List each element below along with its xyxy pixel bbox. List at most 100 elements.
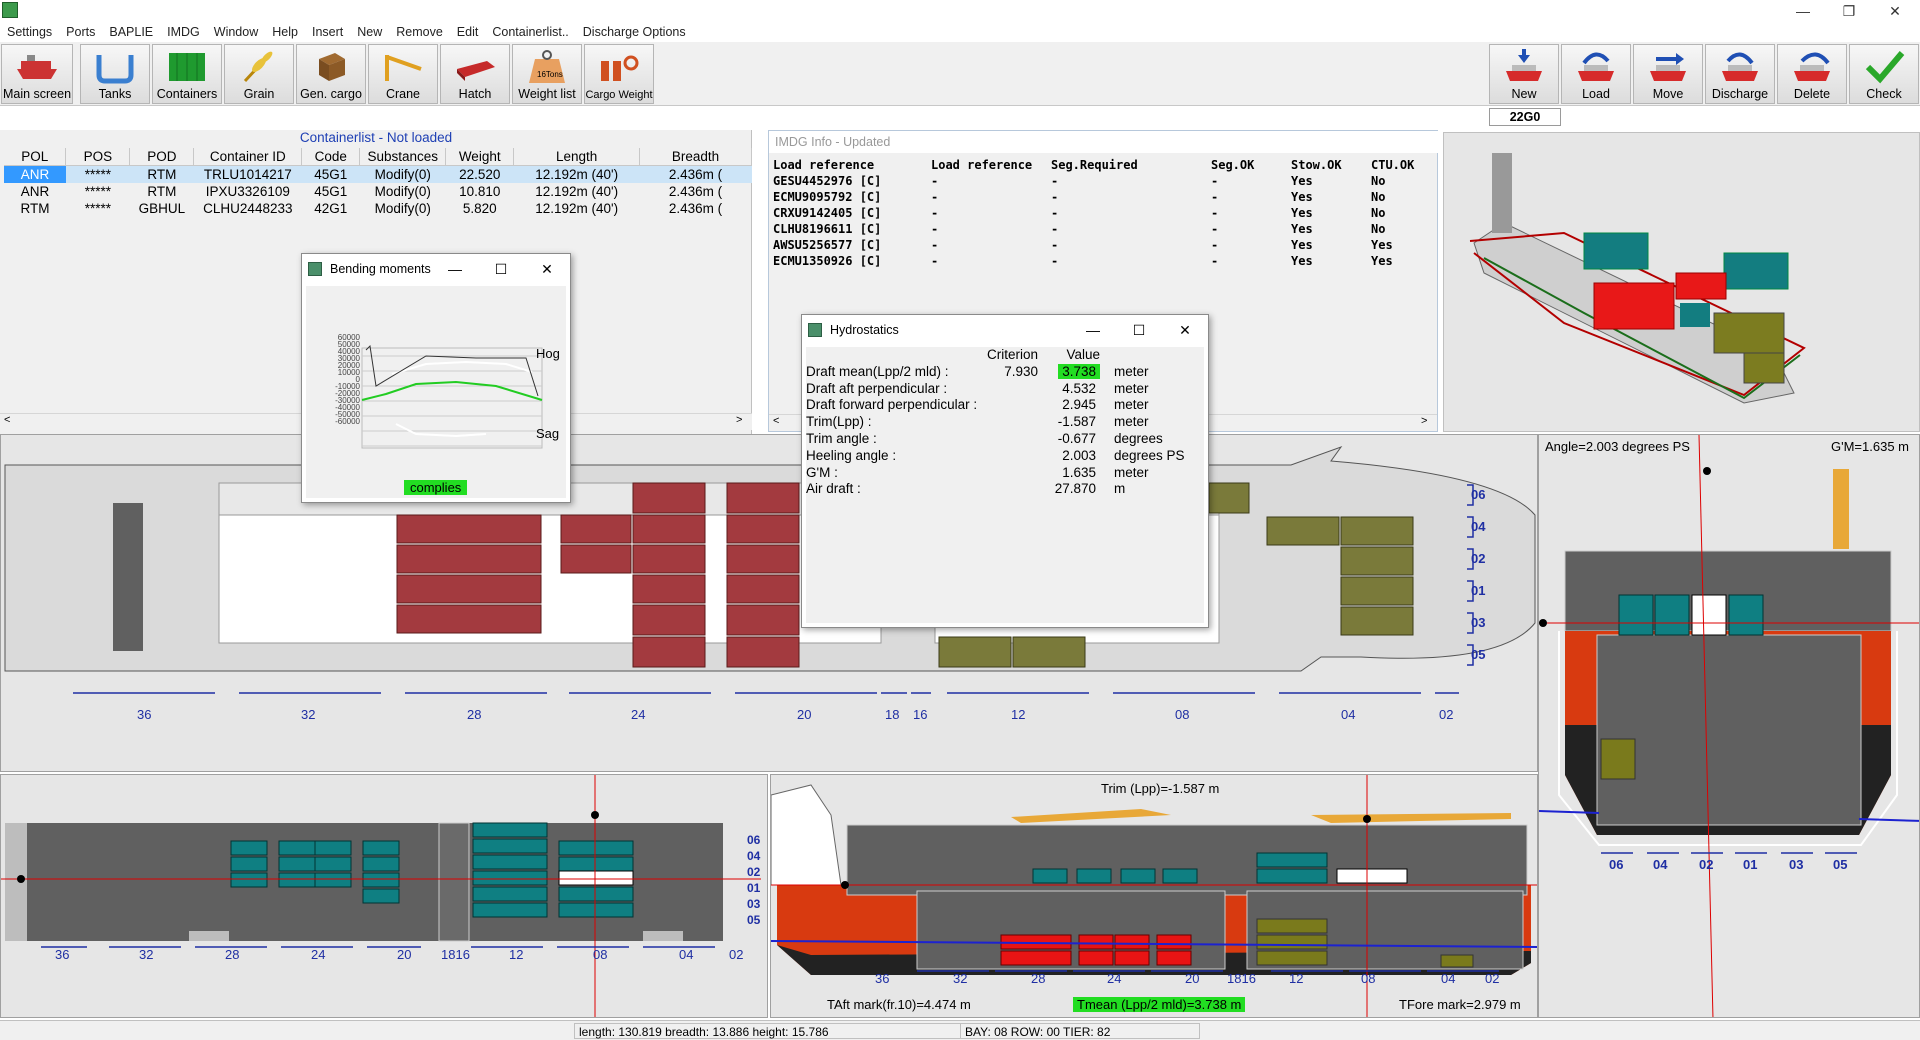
bay-label: 32 xyxy=(139,947,154,962)
menu-edit[interactable]: Edit xyxy=(450,22,486,42)
deck-plan-view[interactable]: 36 32 28 24 20 18 16 12 08 04 02 06 04 0… xyxy=(0,434,1538,772)
tanks-button[interactable]: Tanks xyxy=(80,44,150,104)
imdg-cell: - xyxy=(1051,238,1059,252)
col-weight[interactable]: Weight xyxy=(445,148,515,166)
menu-new[interactable]: New xyxy=(350,22,389,42)
bending-title-bar[interactable]: Bending moments — ☐ ✕ xyxy=(302,254,570,284)
main-screen-button[interactable]: Main screen xyxy=(1,44,73,104)
menu-ports[interactable]: Ports xyxy=(59,22,102,42)
restore-icon[interactable]: ❐ xyxy=(1826,0,1872,22)
list-item[interactable]: ECMU9095792 [C] - - - Yes No xyxy=(773,189,1431,205)
hatch-button[interactable]: Hatch xyxy=(440,44,510,104)
imdg-col-ref: Load reference xyxy=(773,158,875,172)
menu-discharge-options[interactable]: Discharge Options xyxy=(576,22,693,42)
minimize-icon[interactable]: — xyxy=(432,254,478,284)
bay-label: 02 xyxy=(1485,971,1500,986)
delete-button[interactable]: Delete xyxy=(1777,44,1847,104)
bay-label: 32 xyxy=(953,971,968,986)
col-pos[interactable]: POS xyxy=(65,148,131,166)
bending-yticks: 60000 50000 40000 30000 20000 10000 0 -1… xyxy=(320,334,360,426)
list-item[interactable]: CRXU9142405 [C] - - - Yes No xyxy=(773,205,1431,221)
new-button[interactable]: New xyxy=(1489,44,1559,104)
hydro-value: -1.587 xyxy=(1057,414,1096,430)
containers-button[interactable]: Containers xyxy=(152,44,222,104)
cell-pod: RTM xyxy=(147,183,177,199)
menu-window[interactable]: Window xyxy=(207,22,265,42)
hydro-title-bar[interactable]: Hydrostatics — ☐ ✕ xyxy=(802,315,1208,345)
menu-imdg[interactable]: IMDG xyxy=(160,22,207,42)
bay-label: 08 xyxy=(593,947,608,962)
cell-substances[interactable]: Modify(0) xyxy=(359,165,446,183)
hydro-unit: meter xyxy=(1114,464,1149,480)
list-item[interactable]: AWSU5256577 [C] - - - Yes Yes xyxy=(773,237,1431,253)
col-code[interactable]: Code xyxy=(301,148,361,166)
list-item[interactable]: GESU4452976 [C] - - - Yes No xyxy=(773,173,1431,189)
crane-button[interactable]: Crane xyxy=(368,44,438,104)
cross-section-view[interactable]: Angle=2.003 degrees PS G'M=1.635 m 06 04… xyxy=(1538,434,1920,1018)
weight-list-button[interactable]: 16Tons Weight list xyxy=(512,44,582,104)
list-item: Air draft : 27.870 m xyxy=(806,481,1204,498)
cargo-weight-button[interactable]: Cargo Weight xyxy=(584,44,654,104)
status-bar: length: 130.819 breadth: 13.886 height: … xyxy=(0,1020,1920,1040)
weight-icon-text: 16Tons xyxy=(537,70,563,79)
load-button[interactable]: Load xyxy=(1561,44,1631,104)
app-icon xyxy=(2,2,18,18)
imdg-cell: CRXU9142405 [C] xyxy=(773,206,882,220)
minimize-icon[interactable]: — xyxy=(1780,0,1826,22)
bay-label: 04 xyxy=(679,947,694,962)
menu-insert[interactable]: Insert xyxy=(305,22,350,42)
move-button[interactable]: Move xyxy=(1633,44,1703,104)
col-container-id[interactable]: Container ID xyxy=(193,148,303,166)
menu-help[interactable]: Help xyxy=(265,22,305,42)
maximize-icon[interactable]: ☐ xyxy=(1116,315,1162,345)
hold-plan-view[interactable]: 36 32 28 24 20 1816 12 08 04 02 06 04 02… xyxy=(0,774,768,1018)
containerlist-table: POL POS POD Container ID Code Substances… xyxy=(4,148,752,217)
scroll-left-icon[interactable]: < xyxy=(773,415,779,427)
ship-3d-view[interactable] xyxy=(1443,132,1920,432)
cell-weight: 22.520 xyxy=(445,165,514,183)
scroll-left-icon[interactable]: < xyxy=(4,414,10,426)
col-substances[interactable]: Substances xyxy=(359,148,447,166)
close-icon[interactable]: ✕ xyxy=(524,254,570,284)
maximize-icon[interactable]: ☐ xyxy=(478,254,524,284)
scroll-right-icon[interactable]: > xyxy=(1421,415,1427,427)
bending-title: Bending moments xyxy=(330,262,431,276)
hydro-label: Trim angle : xyxy=(806,430,877,446)
close-icon[interactable]: ✕ xyxy=(1872,0,1918,22)
check-button[interactable]: Check xyxy=(1849,44,1919,104)
imdg-cell: Yes xyxy=(1291,254,1313,268)
cell-length: 12.192m (40') xyxy=(513,165,640,183)
list-item[interactable]: ECMU1350926 [C] - - - Yes Yes xyxy=(773,253,1431,269)
cell-substances[interactable]: Modify(0) xyxy=(360,200,446,217)
scroll-right-icon[interactable]: > xyxy=(736,414,742,426)
imdg-cell: - xyxy=(931,222,939,236)
list-item[interactable]: CLHU8196611 [C] - - - Yes No xyxy=(773,221,1431,237)
menu-containerlist[interactable]: Containerlist.. xyxy=(485,22,575,42)
grain-button[interactable]: Grain xyxy=(224,44,294,104)
gen-cargo-button[interactable]: Gen. cargo xyxy=(296,44,366,104)
cell-substances[interactable]: Modify(0) xyxy=(360,183,446,200)
col-pod[interactable]: POD xyxy=(129,148,195,166)
imdg-cell: - xyxy=(1051,254,1059,268)
discharge-button[interactable]: Discharge xyxy=(1705,44,1775,104)
hydro-criterion xyxy=(978,397,1038,414)
col-breadth[interactable]: Breadth xyxy=(639,148,752,166)
table-row[interactable]: RTM ***** GBHUL CLHU2448233 42G1 Modify(… xyxy=(4,200,752,217)
menu-baplie[interactable]: BAPLIE xyxy=(102,22,160,42)
menu-settings[interactable]: Settings xyxy=(0,22,59,42)
table-row[interactable]: ANR ***** RTM IPXU3326109 45G1 Modify(0)… xyxy=(4,183,752,200)
cell-pos: ***** xyxy=(65,165,130,183)
container-code-display: 22G0 xyxy=(1489,108,1561,126)
col-length[interactable]: Length xyxy=(513,148,641,166)
side-profile-view[interactable]: Trim (Lpp)=-1.587 m 36 32 28 24 20 1816 … xyxy=(770,774,1538,1018)
cell-length: 12.192m (40') xyxy=(535,200,619,216)
imdg-cell: - xyxy=(931,190,939,204)
close-icon[interactable]: ✕ xyxy=(1162,315,1208,345)
hydro-header-spacer xyxy=(1108,347,1204,364)
menu-remove[interactable]: Remove xyxy=(389,22,450,42)
imdg-cell: - xyxy=(1051,206,1059,220)
col-pol[interactable]: POL xyxy=(4,148,67,166)
table-row[interactable]: ANR ***** RTM TRLU1014217 45G1 Modify(0)… xyxy=(4,165,752,183)
load-label: Load xyxy=(1582,87,1610,101)
minimize-icon[interactable]: — xyxy=(1070,315,1116,345)
